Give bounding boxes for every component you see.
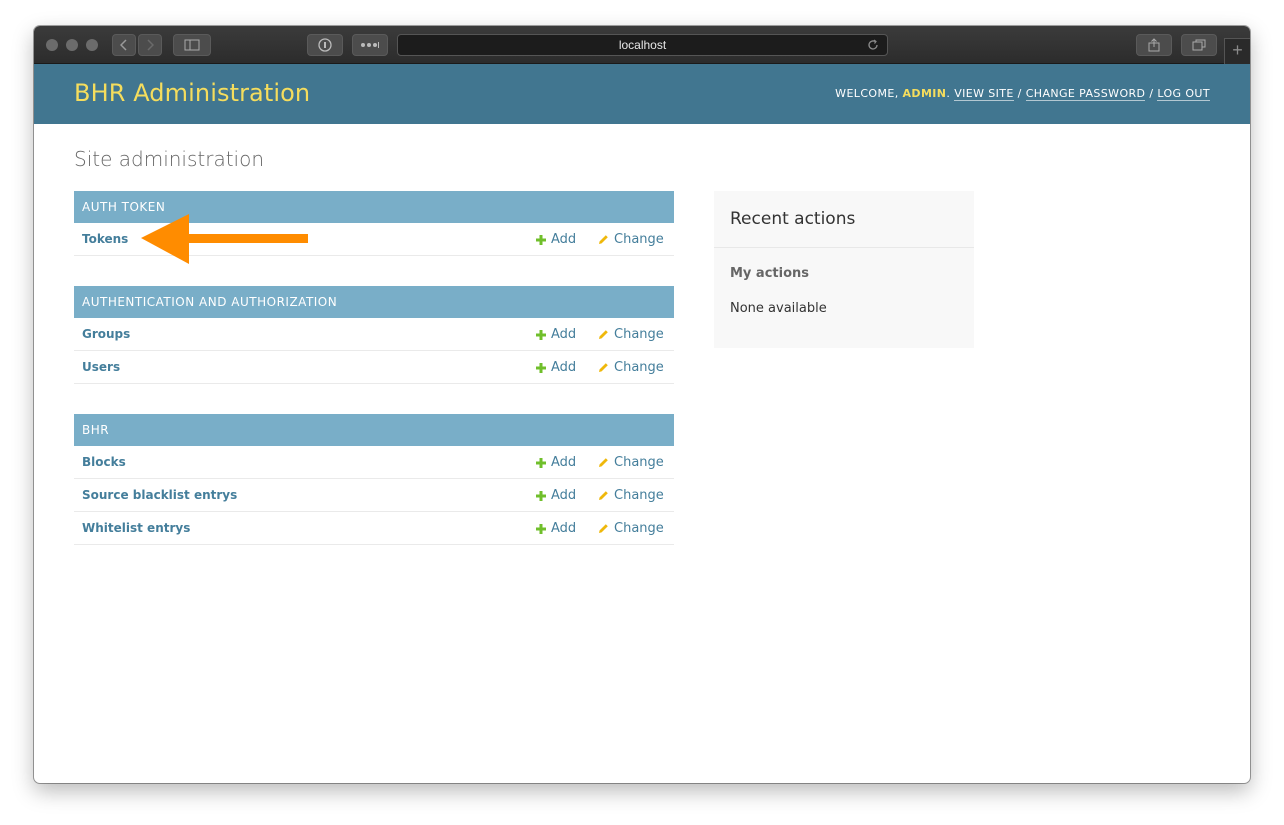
browser-window: localhost + BHR Administration WELCOME, … (34, 26, 1250, 783)
change-label: Change (614, 360, 664, 375)
change-source-blacklist-entrys-link[interactable]: Change (598, 488, 664, 503)
add-icon (536, 490, 546, 501)
add-label: Add (551, 455, 577, 470)
recent-actions-panel: Recent actions My actions None available (714, 191, 974, 348)
tabs-icon (1192, 39, 1206, 51)
add-users-link[interactable]: Add (536, 360, 576, 375)
user-tools-separator: / (1013, 87, 1026, 100)
add-icon (536, 457, 546, 468)
minimize-window-button[interactable] (66, 39, 78, 51)
module-caption[interactable]: BHR (74, 414, 674, 446)
password-button[interactable] (307, 34, 343, 56)
add-label: Add (551, 360, 577, 375)
recent-actions-title: Recent actions (730, 209, 856, 229)
log-out-link[interactable]: LOG OUT (1157, 87, 1210, 101)
back-button[interactable] (112, 34, 136, 56)
add-label: Add (551, 521, 577, 536)
add-whitelist-entrys-link[interactable]: Add (536, 521, 576, 536)
change-whitelist-entrys-link[interactable]: Change (598, 521, 664, 536)
change-blocks-link[interactable]: Change (598, 455, 664, 470)
add-blocks-link[interactable]: Add (536, 455, 576, 470)
pencil-icon (598, 234, 609, 245)
extensions-button[interactable] (352, 34, 388, 56)
sidebar-icon (184, 39, 200, 51)
pencil-icon (598, 523, 609, 534)
add-label: Add (551, 327, 577, 342)
add-tokens-link[interactable]: Add (536, 232, 576, 247)
share-icon (1148, 38, 1160, 52)
add-groups-link[interactable]: Add (536, 327, 576, 342)
pencil-icon (598, 362, 609, 373)
change-label: Change (614, 521, 664, 536)
url-text: localhost (618, 38, 667, 52)
admin-header: BHR Administration WELCOME, ADMIN. VIEW … (34, 64, 1250, 124)
pencil-icon (598, 329, 609, 340)
divider (714, 247, 974, 248)
change-label: Change (614, 327, 664, 342)
add-icon (536, 523, 546, 534)
annotation-arrow-icon (141, 214, 308, 264)
model-row-groups: Groups Add Change (74, 318, 674, 351)
user-tools-separator: / (1145, 87, 1158, 100)
view-site-link[interactable]: VIEW SITE (954, 87, 1014, 101)
add-icon (536, 234, 546, 245)
site-branding[interactable]: BHR Administration (74, 79, 310, 107)
model-row-users: Users Add Change (74, 351, 674, 384)
page-title: Site administration (74, 147, 265, 171)
model-link-users[interactable]: Users (82, 360, 120, 374)
add-icon (536, 329, 546, 340)
pencil-icon (598, 457, 609, 468)
back-icon (120, 39, 127, 51)
change-groups-link[interactable]: Change (598, 327, 664, 342)
model-link-blocks[interactable]: Blocks (82, 455, 126, 469)
zoom-window-button[interactable] (86, 39, 98, 51)
add-label: Add (551, 232, 577, 247)
model-row-source-blacklist-entrys: Source blacklist entrys Add Change (74, 479, 674, 512)
model-link-groups[interactable]: Groups (82, 327, 130, 341)
address-bar[interactable]: localhost (397, 34, 888, 56)
add-icon (536, 362, 546, 373)
new-tab-icon[interactable]: + (1224, 38, 1250, 64)
username: ADMIN (902, 87, 947, 100)
no-actions-text: None available (730, 301, 827, 316)
close-window-button[interactable] (46, 39, 58, 51)
add-label: Add (551, 488, 577, 503)
model-link-whitelist-entrys[interactable]: Whitelist entrys (82, 521, 190, 535)
module-caption[interactable]: AUTHENTICATION AND AUTHORIZATION (74, 286, 674, 318)
forward-button[interactable] (138, 34, 162, 56)
share-button[interactable] (1136, 34, 1172, 56)
browser-toolbar: localhost + (34, 26, 1250, 64)
model-row-blocks: Blocks Add Change (74, 446, 674, 479)
model-row-whitelist-entrys: Whitelist entrys Add Change (74, 512, 674, 545)
change-label: Change (614, 232, 664, 247)
model-link-tokens[interactable]: Tokens (82, 232, 128, 246)
change-password-link[interactable]: CHANGE PASSWORD (1025, 87, 1146, 101)
password-icon (318, 38, 332, 52)
welcome-text: WELCOME, (835, 87, 903, 100)
sidebar-button[interactable] (173, 34, 211, 56)
change-label: Change (614, 455, 664, 470)
app-module-bhr: BHR Blocks Add Change Source blacklist e… (74, 414, 674, 545)
user-tools: WELCOME, ADMIN. VIEW SITE / CHANGE PASSW… (835, 87, 1210, 101)
my-actions-heading: My actions (730, 266, 810, 281)
change-label: Change (614, 488, 664, 503)
extensions-icon (361, 42, 379, 48)
change-users-link[interactable]: Change (598, 360, 664, 375)
forward-icon (147, 39, 154, 51)
show-tabs-button[interactable] (1181, 34, 1217, 56)
app-module-authentication-and-authorization: AUTHENTICATION AND AUTHORIZATION Groups … (74, 286, 674, 384)
reload-icon[interactable] (867, 39, 879, 51)
change-tokens-link[interactable]: Change (598, 232, 664, 247)
pencil-icon (598, 490, 609, 501)
model-link-source-blacklist-entrys[interactable]: Source blacklist entrys (82, 488, 237, 502)
add-source-blacklist-entrys-link[interactable]: Add (536, 488, 576, 503)
